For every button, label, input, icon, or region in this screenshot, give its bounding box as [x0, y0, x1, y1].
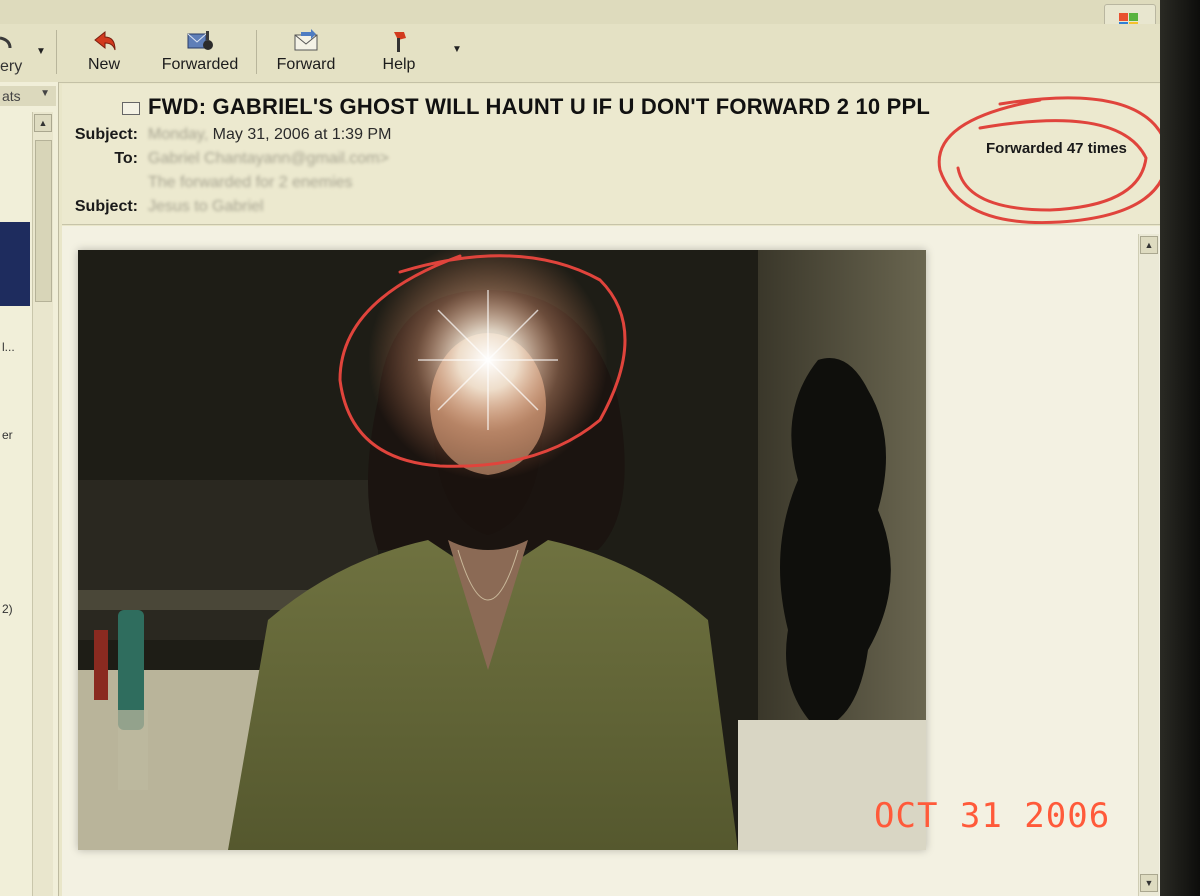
- forward-button[interactable]: Forward: [268, 26, 344, 78]
- scrollbar-thumb[interactable]: [35, 140, 52, 302]
- help-icon: [394, 32, 406, 52]
- new-button[interactable]: New: [76, 26, 132, 78]
- message-title: FWD: GABRIEL'S GHOST WILL HAUNT U IF U D…: [148, 94, 931, 119]
- monitor-bezel-edge: [1160, 0, 1200, 896]
- reply-arrow-icon: [94, 30, 116, 51]
- scroll-up-icon[interactable]: ▲: [34, 114, 52, 132]
- chevron-down-icon[interactable]: ▼: [452, 44, 462, 55]
- scroll-up-icon[interactable]: ▲: [1140, 236, 1158, 254]
- list-scrollbar[interactable]: ▲: [32, 112, 53, 896]
- toolbar-separator: [256, 30, 257, 74]
- forward-button-label: Forward: [276, 56, 336, 73]
- date-field: Monday, May 31, 2006 at 1:39 PM: [148, 126, 391, 144]
- forwarded-count: Forwarded 47 times: [986, 140, 1127, 157]
- date-value: May 31, 2006 at 1:39 PM: [212, 126, 392, 143]
- list-item[interactable]: er: [2, 428, 13, 442]
- forwarded-button-label: Forwarded: [161, 56, 239, 73]
- date-weekday-blurred: Monday,: [148, 126, 209, 143]
- forwarded-button[interactable]: Forwarded: [154, 26, 246, 78]
- help-button[interactable]: Help: [374, 26, 424, 78]
- envelope-icon: [122, 102, 140, 115]
- header-line-blurred: The forwarded for 2 enemies: [148, 174, 353, 191]
- message-header: FWD: GABRIEL'S GHOST WILL HAUNT U IF U D…: [62, 84, 1160, 225]
- help-button-label: Help: [382, 56, 416, 73]
- message-scrollbar[interactable]: ▲ ▼: [1138, 234, 1159, 896]
- list-item[interactable]: l...: [2, 340, 15, 354]
- photo-date-stamp: OCT 31 2006: [874, 796, 1111, 836]
- new-button-label: New: [87, 56, 120, 73]
- to-value: Gabriel Chantayann@gmail.com>: [148, 150, 389, 167]
- toolbar-separator: [56, 30, 57, 74]
- subject-label-2: Subject:: [74, 198, 138, 215]
- chevron-down-icon[interactable]: ▼: [40, 88, 50, 99]
- to-label: To:: [114, 150, 138, 167]
- list-item[interactable]: 2): [2, 602, 13, 616]
- subject-label: Subject:: [74, 126, 138, 143]
- column-header-label: ats: [2, 88, 21, 104]
- scroll-down-icon[interactable]: ▼: [1140, 874, 1158, 892]
- window-top-strip: [0, 0, 1160, 24]
- subject-value-blurred: Jesus to Gabriel: [148, 198, 264, 215]
- selected-list-row[interactable]: [0, 222, 30, 306]
- partial-history-icon: [0, 36, 12, 49]
- attached-photo: [78, 250, 926, 850]
- forward-envelope-icon: [294, 29, 318, 51]
- forwarded-mail-icon: [187, 31, 213, 50]
- column-header[interactable]: ats ▼: [0, 86, 56, 106]
- mailbox-list-pane: ats ▼ l... er 2) ▲: [0, 82, 59, 896]
- toolbar-partial-label[interactable]: ery: [0, 58, 22, 76]
- photo-portrait-illustration: [78, 250, 926, 850]
- toolbar: ery ▼ New Forwarded Forward Help ▼: [0, 24, 1160, 83]
- chevron-down-icon[interactable]: ▼: [36, 46, 46, 57]
